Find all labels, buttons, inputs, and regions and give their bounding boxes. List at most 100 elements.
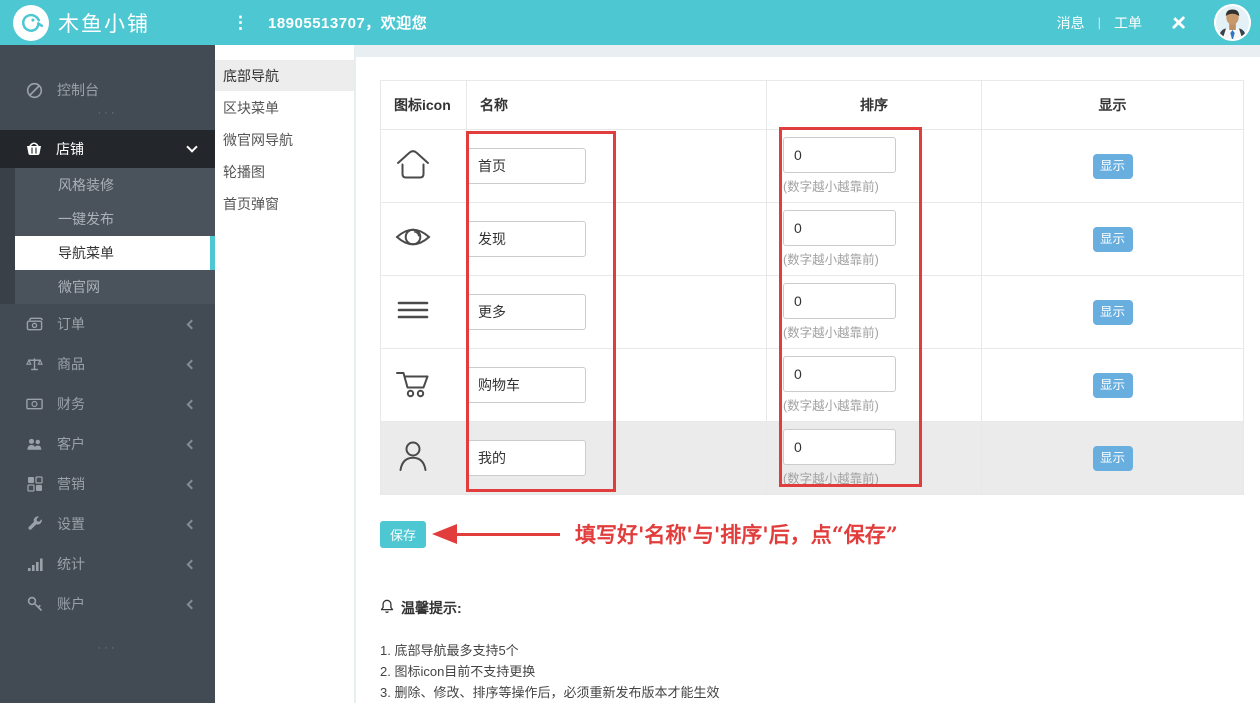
sort-hint: (数字越小越靠前)	[783, 399, 879, 413]
name-input[interactable]	[467, 221, 586, 257]
submenu-item-style[interactable]: 风格装修	[15, 168, 215, 202]
discover-eye-icon	[380, 202, 467, 276]
save-button[interactable]: 保存	[380, 521, 426, 548]
name-input[interactable]	[467, 294, 586, 330]
submenu-item-publish[interactable]: 一键发布	[15, 202, 215, 236]
brand[interactable]: 木鱼小铺	[13, 0, 150, 45]
table-header-row: 图标icon 名称 排序 显示	[380, 80, 1244, 130]
display-button[interactable]: 显示	[1092, 299, 1133, 325]
sidebar-item-label: 设置	[57, 516, 85, 532]
sort-hint: (数字越小越靠前)	[783, 253, 879, 267]
table-row: (数字越小越靠前) 显示	[380, 275, 1244, 349]
orders-icon	[26, 316, 43, 332]
sort-input[interactable]	[783, 356, 896, 392]
name-input[interactable]	[467, 148, 586, 184]
subnav-item-home-popup[interactable]: 首页弹窗	[215, 188, 354, 219]
name-input[interactable]	[467, 367, 586, 403]
tickets-link[interactable]: 工单	[1114, 13, 1142, 33]
bar-chart-icon	[26, 557, 43, 572]
main-content: 图标icon 名称 排序 显示 首页 0 (数字越小越靠前) 显示 发现 0 (…	[355, 45, 1260, 703]
sidebar-divider-dots: ···	[97, 642, 118, 654]
top-bar: 木鱼小铺 ⋮ 18905513707，欢迎您 消息 | 工单	[0, 0, 1260, 45]
chevron-left-icon	[186, 319, 197, 329]
sidebar-item-label: 店铺	[56, 141, 84, 157]
display-button[interactable]: 显示	[1092, 445, 1133, 471]
table-row: (数字越小越靠前) 显示	[380, 202, 1244, 276]
bottom-nav-table: 图标icon 名称 排序 显示 首页 0 (数字越小越靠前) 显示 发现 0 (…	[380, 80, 1244, 495]
chevron-left-icon	[186, 559, 197, 569]
name-input[interactable]	[467, 440, 586, 476]
sort-hint: (数字越小越靠前)	[783, 326, 879, 340]
display-button[interactable]: 显示	[1092, 372, 1133, 398]
col-header-name: 名称	[466, 80, 767, 130]
sidebar-item-label: 控制台	[57, 82, 99, 98]
top-right-nav: 消息 | 工单	[1057, 0, 1251, 45]
dashboard-icon	[26, 82, 43, 99]
kebab-menu-icon[interactable]: ⋮	[232, 0, 249, 45]
sidebar-item-customers[interactable]: 客户	[0, 424, 215, 464]
display-button[interactable]: 显示	[1092, 226, 1133, 252]
marketing-blocks-icon	[26, 476, 43, 492]
sidebar-item-label: 订单	[57, 316, 85, 332]
tip-line: 3. 删除、修改、排序等操作后，必须重新发布版本才能生效	[380, 685, 720, 700]
tools-wrench-icon[interactable]	[1169, 13, 1188, 32]
key-icon	[26, 596, 43, 612]
user-avatar[interactable]	[1214, 4, 1251, 41]
sidebar-item-account[interactable]: 账户	[0, 584, 215, 624]
subnav-item-microsite-nav[interactable]: 微官网导航	[215, 124, 354, 155]
messages-link[interactable]: 消息	[1057, 13, 1085, 33]
submenu-item-navmenu[interactable]: 导航菜单	[15, 236, 215, 270]
sidebar-item-label: 财务	[57, 396, 85, 412]
fish-logo-icon	[13, 4, 49, 41]
subnav-item-block-menu[interactable]: 区块菜单	[215, 92, 354, 123]
sidebar-item-console[interactable]: 控制台	[0, 70, 215, 110]
col-header-display: 显示	[981, 80, 1244, 130]
chevron-down-icon	[186, 141, 198, 153]
sidebar-item-goods[interactable]: 商品	[0, 344, 215, 384]
menu-lines-icon	[380, 275, 467, 349]
table-row: (数字越小越靠前) 显示	[380, 348, 1244, 422]
sidebar-item-shop[interactable]: 店铺	[0, 130, 215, 168]
submenu-item-microsite[interactable]: 微官网	[15, 270, 215, 304]
arrow-left-icon	[432, 524, 457, 544]
secondary-sidebar: 底部导航 区块菜单 微官网导航 轮播图 首页弹窗	[215, 45, 355, 703]
nav-separator: |	[1097, 15, 1101, 30]
brand-title: 木鱼小铺	[58, 12, 150, 36]
save-annotation: 填写好'名称'与'排序'后，点“保存”	[432, 519, 898, 549]
customers-icon	[26, 437, 43, 452]
main-sidebar: 控制台 ··· 店铺 风格装修 一键发布 导航菜单 微官网 订单 商品 财务 客…	[0, 45, 215, 703]
display-button[interactable]: 显示	[1092, 153, 1133, 179]
sidebar-item-stats[interactable]: 统计	[0, 544, 215, 584]
table-row: (数字越小越靠前) 显示	[380, 421, 1244, 495]
chevron-left-icon	[186, 599, 197, 609]
sidebar-divider-dots: ···	[97, 107, 118, 119]
user-icon	[380, 421, 467, 495]
sidebar-item-label: 客户	[57, 436, 85, 452]
shop-submenu: 风格装修 一键发布 导航菜单 微官网	[0, 168, 215, 304]
sidebar-item-label: 商品	[57, 356, 85, 372]
sidebar-item-settings[interactable]: 设置	[0, 504, 215, 544]
home-icon	[380, 129, 467, 203]
cart-icon	[380, 348, 467, 422]
col-header-icon: 图标icon	[380, 80, 467, 130]
subnav-item-carousel[interactable]: 轮播图	[215, 156, 354, 187]
sort-input[interactable]	[783, 429, 896, 465]
sidebar-item-marketing[interactable]: 营销	[0, 464, 215, 504]
sort-input[interactable]	[783, 283, 896, 319]
chevron-left-icon	[186, 479, 197, 489]
sort-input[interactable]	[783, 137, 896, 173]
welcome-text: 18905513707，欢迎您	[268, 15, 428, 32]
chevron-left-icon	[186, 519, 197, 529]
subnav-item-bottom-nav[interactable]: 底部导航	[215, 60, 354, 91]
wrench-icon	[26, 516, 43, 532]
sidebar-item-orders[interactable]: 订单	[0, 304, 215, 344]
tips-title: 温馨提示:	[401, 600, 462, 616]
chevron-left-icon	[186, 439, 197, 449]
tip-line: 1. 底部导航最多支持5个	[380, 643, 519, 658]
sort-input[interactable]	[783, 210, 896, 246]
table-row: (数字越小越靠前) 显示	[380, 129, 1244, 203]
bell-icon	[380, 599, 394, 617]
tips-section: 温馨提示: 1. 底部导航最多支持5个 2. 图标icon目前不支持更换 3. …	[380, 598, 719, 703]
shop-basket-icon	[25, 140, 43, 159]
sidebar-item-finance[interactable]: 财务	[0, 384, 215, 424]
